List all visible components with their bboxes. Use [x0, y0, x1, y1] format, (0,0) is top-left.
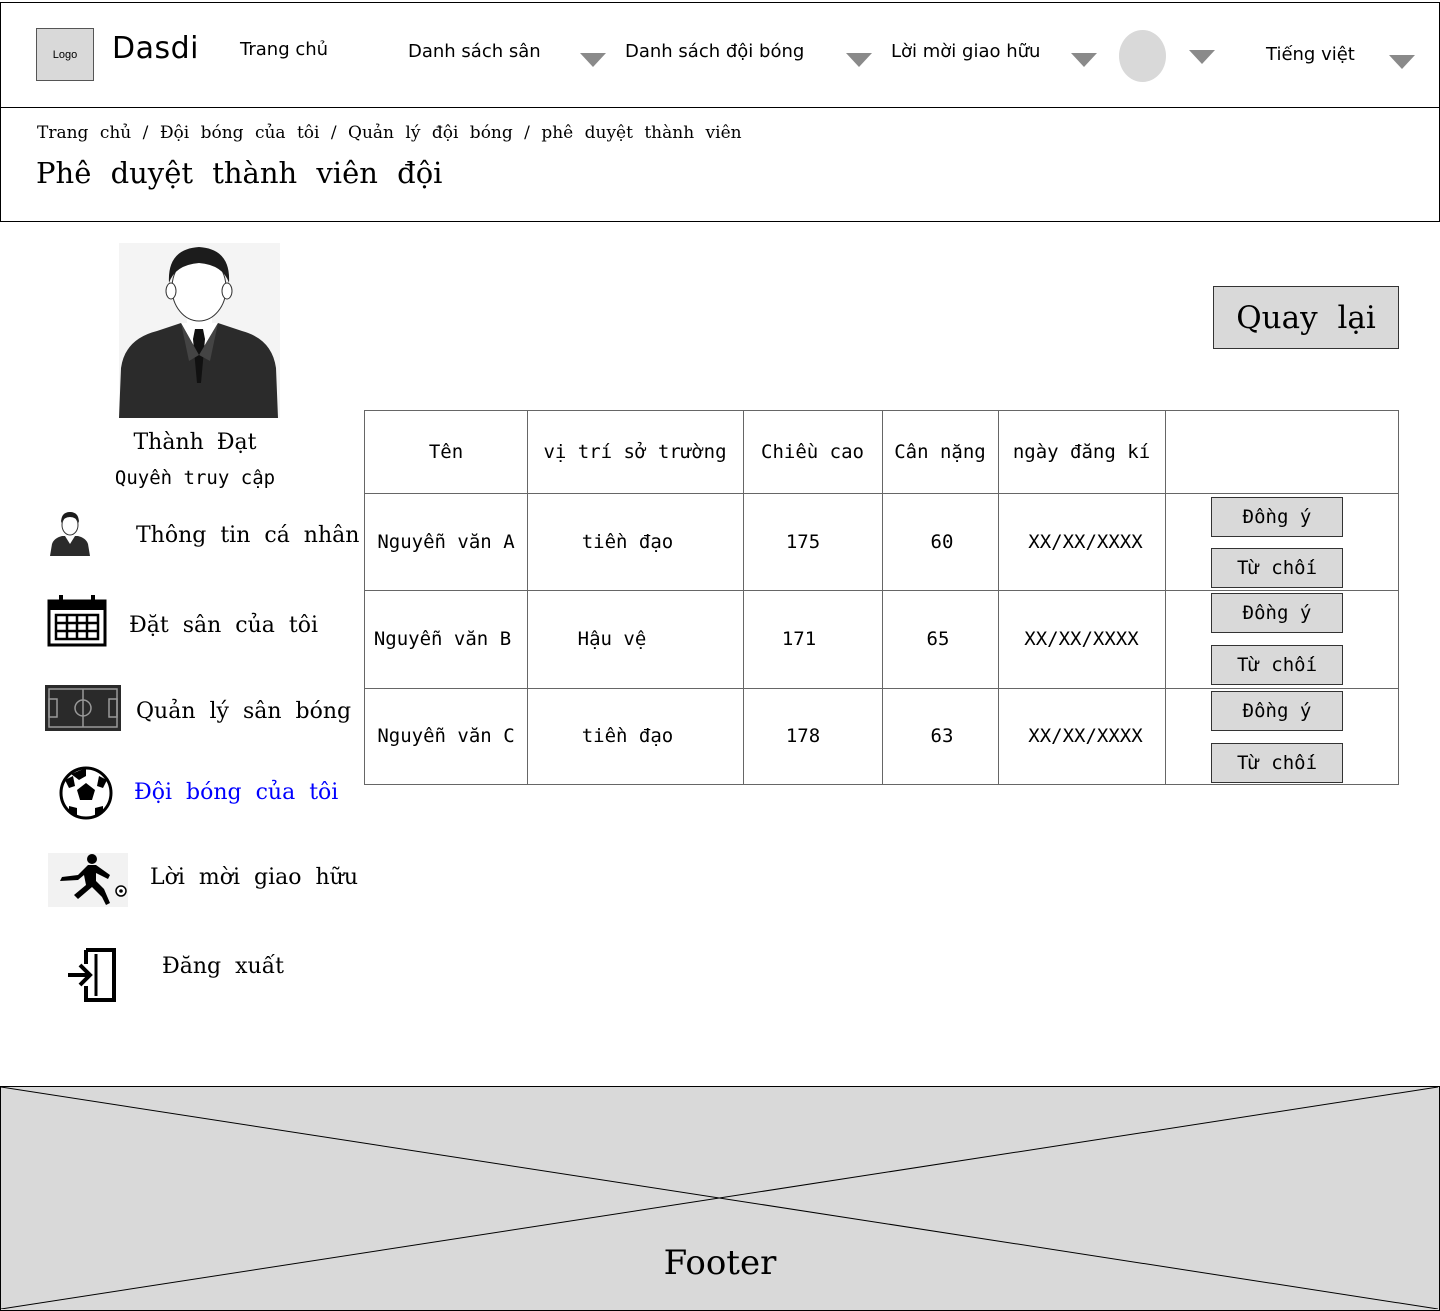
profile-photo: [119, 243, 280, 418]
sidebar-item-label: Đặt sân của tôi: [129, 613, 318, 638]
footer-placeholder: Footer: [0, 1086, 1440, 1311]
chevron-down-icon[interactable]: [846, 53, 872, 67]
cell-height: 175: [785, 530, 821, 553]
cell-position: tiền đạo: [581, 530, 674, 553]
cell-date: XX/XX/XXXX: [1024, 628, 1139, 650]
breadcrumb-item[interactable]: Trang chủ: [37, 123, 131, 143]
column-header-date: ngày đăng kí: [1012, 441, 1151, 463]
cell-height: 171: [781, 628, 817, 650]
sidebar-item-label: Lời mời giao hữu: [150, 865, 358, 890]
sidebar-item-label: Đội bóng của tôi: [134, 780, 339, 805]
profile-name: Thành Đạt: [133, 430, 257, 455]
breadcrumb-item[interactable]: Đội bóng của tôi: [160, 123, 320, 143]
page-header: Trang chủ / Đội bóng của tôi / Quản lý đ…: [0, 108, 1440, 222]
soccer-field-icon: [45, 685, 121, 735]
logo[interactable]: Logo: [36, 28, 94, 81]
sidebar-item-label: Thông tin cá nhân: [136, 523, 360, 548]
breadcrumb-separator: /: [330, 123, 337, 143]
breadcrumb-separator: /: [524, 123, 530, 143]
column-header-weight: Cân nặng: [894, 441, 986, 463]
cell-weight: 60: [930, 530, 954, 553]
cell-date: XX/XX/XXXX: [1028, 725, 1143, 747]
cell-name: Nguyễn văn C: [377, 725, 515, 747]
cell-position: tiền đạo: [581, 725, 674, 747]
approve-button[interactable]: Đồng ý: [1211, 497, 1343, 537]
nav-fields[interactable]: Danh sách sân: [408, 41, 541, 62]
soccer-player-icon: [48, 853, 128, 911]
cell-name: Nguyễn văn B: [373, 628, 512, 650]
breadcrumb: Trang chủ / Đội bóng của tôi / Quản lý đ…: [37, 123, 742, 143]
cell-position: Hậu vệ: [577, 628, 647, 650]
column-header-position: vị trí sở trường: [543, 441, 727, 463]
column-header-height: Chiều cao: [761, 441, 864, 463]
reject-button[interactable]: Từ chối: [1211, 743, 1343, 783]
cell-name: Nguyễn văn A: [377, 530, 515, 553]
soccer-ball-icon: [59, 766, 113, 824]
sidebar-item-label: Quản lý sân bóng: [136, 699, 352, 724]
cell-weight: 65: [926, 628, 950, 650]
reject-button[interactable]: Từ chối: [1211, 645, 1343, 685]
nav-home[interactable]: Trang chủ: [240, 39, 328, 60]
profile-role: Quyền truy cập: [114, 467, 276, 489]
top-navbar: Logo Dasdi Trang chủ Danh sách sân Danh …: [0, 2, 1440, 108]
calendar-icon: [47, 595, 107, 651]
cell-height: 178: [785, 725, 821, 747]
breadcrumb-item[interactable]: Quản lý đội bóng: [348, 123, 513, 143]
page-title: Phê duyệt thành viên đội: [36, 156, 443, 190]
member-approval-table: Tên vị trí sở trường Chiều cao Cân nặng …: [364, 410, 1399, 785]
sidebar-item-label: Đăng xuất: [162, 954, 285, 979]
chevron-down-icon[interactable]: [580, 53, 606, 67]
chevron-down-icon[interactable]: [1189, 50, 1215, 64]
nav-invites[interactable]: Lời mời giao hữu: [891, 41, 1040, 62]
back-button[interactable]: Quay lại: [1213, 286, 1399, 349]
column-header-name: Tên: [428, 441, 464, 463]
cell-date: XX/XX/XXXX: [1028, 530, 1143, 553]
approve-button[interactable]: Đồng ý: [1211, 593, 1343, 633]
language-selector[interactable]: Tiếng việt: [1266, 44, 1355, 65]
logout-icon: [66, 946, 118, 1008]
person-icon: [48, 508, 92, 560]
reject-button[interactable]: Từ chối: [1211, 548, 1343, 588]
footer-label: Footer: [663, 1243, 777, 1283]
user-avatar[interactable]: [1119, 30, 1166, 82]
breadcrumb-item-current: phê duyệt thành viên: [541, 123, 742, 143]
breadcrumb-separator: /: [142, 123, 149, 143]
chevron-down-icon[interactable]: [1389, 55, 1415, 69]
cell-weight: 63: [930, 725, 954, 747]
chevron-down-icon[interactable]: [1071, 53, 1097, 67]
approve-button[interactable]: Đồng ý: [1211, 691, 1343, 731]
brand-name[interactable]: Dasdi: [112, 31, 199, 66]
nav-teams[interactable]: Danh sách đội bóng: [625, 41, 804, 62]
